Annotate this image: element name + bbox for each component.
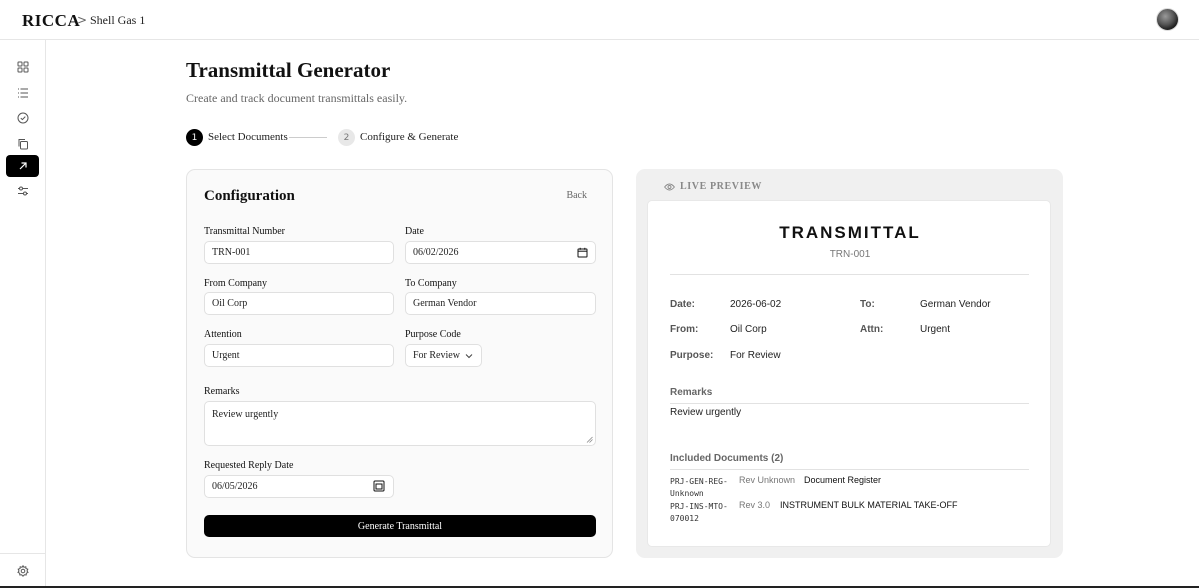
breadcrumb-project[interactable]: Shell Gas 1	[90, 13, 145, 28]
purpose-code-select[interactable]: For Review	[405, 344, 482, 367]
preview-remarks-heading: Remarks	[670, 387, 713, 398]
remarks-value: Review urgently	[212, 409, 279, 420]
preview-title: TRANSMITTAL	[779, 223, 921, 242]
live-preview-header: LIVE PREVIEW	[664, 181, 762, 192]
page-title: Transmittal Generator	[186, 58, 391, 82]
document-title: INSTRUMENT BULK MATERIAL TAKE-OFF	[780, 500, 958, 510]
document-code: PRJ-GEN-REG-Unknown	[670, 477, 728, 498]
to-company-input[interactable]: German Vendor	[405, 292, 596, 315]
list-icon	[17, 88, 28, 98]
date-input[interactable]: 06/02/2026	[405, 241, 596, 264]
from-company-value: Oil Corp	[212, 298, 248, 309]
preview-divider	[670, 274, 1029, 275]
sidebar-item-documents[interactable]	[6, 133, 39, 155]
sidebar-item-settings-filters[interactable]	[6, 180, 39, 202]
calendar-icon[interactable]	[577, 247, 588, 258]
live-preview-label: LIVE PREVIEW	[680, 181, 762, 192]
copy-icon	[18, 139, 28, 150]
preview-documents-divider	[670, 469, 1029, 470]
configuration-card: Configuration Back Transmittal Number TR…	[186, 169, 613, 558]
resize-handle-icon[interactable]	[586, 436, 593, 443]
preview-from-value: Oil Corp	[730, 324, 767, 335]
transmittal-number-input[interactable]: TRN-001	[204, 241, 394, 264]
preview-purpose-value: For Review	[730, 350, 781, 361]
preview-number: TRN-001	[829, 249, 871, 260]
calendar-icon[interactable]	[373, 480, 385, 492]
reply-date-value: 06/05/2026	[212, 481, 258, 492]
document-revision: Rev Unknown	[739, 475, 796, 485]
preview-attn-value: Urgent	[920, 324, 951, 335]
brand-logo[interactable]: RICCA	[22, 11, 80, 31]
sidebar-divider	[0, 553, 46, 554]
preview-date-key: Date:	[670, 299, 696, 310]
preview-attn-key: Attn:	[860, 324, 884, 335]
document-code: PRJ-INS-MTO-070012	[670, 502, 728, 523]
sliders-icon	[17, 186, 28, 196]
grid-icon	[17, 61, 28, 73]
from-company-label: From Company	[204, 278, 268, 289]
remarks-textarea[interactable]: Review urgently	[204, 401, 596, 446]
preview-remarks-divider	[670, 403, 1029, 404]
transmittal-number-label: Transmittal Number	[204, 226, 286, 237]
preview-to-value: German Vendor	[920, 299, 991, 310]
step-2-label[interactable]: Configure & Generate	[360, 131, 458, 143]
sidebar	[0, 40, 46, 588]
preview-to-key: To:	[860, 299, 875, 310]
gear-icon	[16, 565, 29, 577]
configuration-title: Configuration	[204, 188, 295, 204]
attention-label: Attention	[204, 329, 242, 340]
attention-value: Urgent	[212, 350, 240, 361]
step-1-label[interactable]: Select Documents	[208, 131, 288, 143]
eye-icon	[664, 183, 675, 190]
sidebar-item-transmittals[interactable]	[6, 155, 39, 177]
arrow-up-right-icon	[19, 162, 27, 170]
preview-purpose-key: Purpose:	[670, 350, 714, 361]
generate-transmittal-button[interactable]: Generate Transmittal	[204, 515, 596, 537]
preview-from-key: From:	[670, 324, 699, 335]
back-button[interactable]: Back	[566, 190, 587, 201]
reply-date-input[interactable]: 06/05/2026	[204, 475, 394, 498]
stepper-connector	[289, 137, 327, 138]
purpose-code-label: Purpose Code	[405, 329, 461, 340]
date-value: 06/02/2026	[413, 247, 459, 258]
sidebar-item-review[interactable]	[6, 107, 39, 129]
purpose-code-value: For Review	[413, 350, 460, 361]
to-company-value: German Vendor	[413, 298, 477, 309]
from-company-input[interactable]: Oil Corp	[204, 292, 394, 315]
preview-remarks-text: Review urgently	[670, 407, 742, 418]
live-preview-panel: LIVE PREVIEW TRANSMITTAL TRN-001 Date: 2…	[636, 169, 1063, 558]
sidebar-item-list[interactable]	[6, 82, 39, 104]
avatar[interactable]	[1156, 8, 1179, 31]
sidebar-item-dashboard[interactable]	[6, 56, 39, 78]
preview-date-value: 2026-06-02	[730, 299, 782, 310]
check-circle-icon	[17, 112, 28, 124]
chevron-right-icon: >	[77, 13, 88, 27]
chevron-down-icon	[465, 354, 473, 359]
transmittal-number-value: TRN-001	[212, 247, 251, 258]
reply-date-label: Requested Reply Date	[204, 460, 294, 471]
sidebar-item-settings[interactable]	[6, 560, 39, 582]
page-subtitle: Create and track document transmittals e…	[186, 91, 408, 105]
date-label: Date	[405, 226, 424, 237]
to-company-label: To Company	[405, 278, 457, 289]
step-2-indicator[interactable]: 2	[338, 129, 355, 146]
transmittal-preview-document: TRANSMITTAL TRN-001 Date: 2026-06-02 To:…	[647, 200, 1051, 547]
document-title: Document Register	[804, 475, 882, 485]
document-revision: Rev 3.0	[739, 500, 771, 510]
attention-input[interactable]: Urgent	[204, 344, 394, 367]
top-bar: RICCA > Shell Gas 1	[0, 0, 1199, 40]
remarks-label: Remarks	[204, 386, 240, 397]
step-1-indicator[interactable]: 1	[186, 129, 203, 146]
preview-documents-heading: Included Documents (2)	[670, 453, 784, 464]
